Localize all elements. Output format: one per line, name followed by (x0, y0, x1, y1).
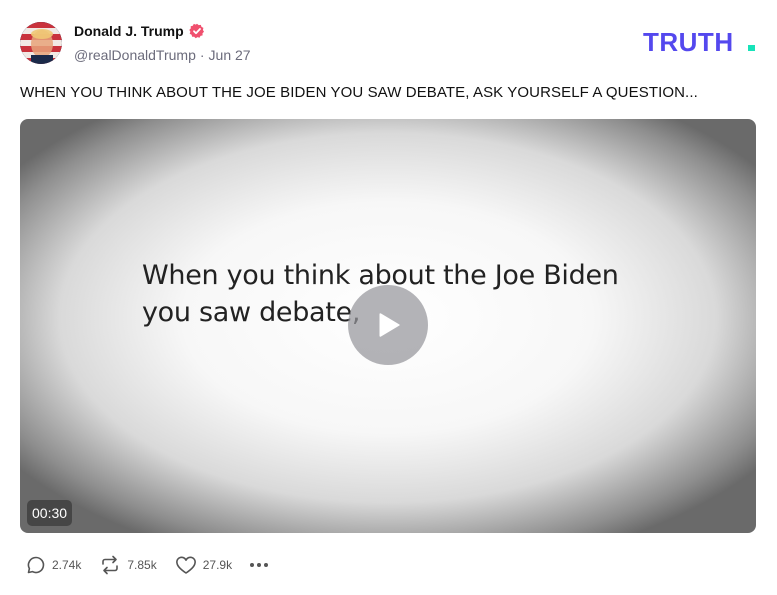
author-handle[interactable]: @realDonaldTrump (74, 46, 196, 64)
repost-button[interactable]: 7.85k (99, 555, 157, 575)
like-button[interactable]: 27.9k (175, 555, 232, 575)
more-icon (250, 563, 269, 567)
video-duration: 00:30 (27, 500, 73, 526)
post-text: WHEN YOU THINK ABOUT THE JOE BIDEN YOU S… (20, 84, 698, 101)
comment-icon (27, 556, 45, 574)
avatar-image (20, 22, 62, 64)
logo-text: TRUTH (643, 28, 734, 56)
more-options-button[interactable] (248, 555, 270, 575)
avatar[interactable] (20, 22, 62, 64)
play-button[interactable] (348, 285, 428, 365)
post-meta: @realDonaldTrump · Jun 27 (74, 46, 251, 64)
verified-badge-icon (188, 23, 205, 39)
meta-separator: · (199, 47, 205, 63)
logo-dot (748, 45, 755, 51)
truth-social-logo[interactable]: TRUTH (643, 27, 758, 57)
post-date[interactable]: Jun 27 (209, 46, 251, 64)
repost-icon (102, 555, 119, 575)
like-count: 27.9k (202, 558, 233, 572)
reply-button[interactable]: 2.74k (26, 555, 81, 575)
post-actions: 2.74k 7.85k 27.9k (26, 555, 270, 575)
reply-count: 2.74k (52, 558, 82, 572)
repost-count: 7.85k (127, 558, 157, 572)
author-name-text[interactable]: Donald J. Trump (74, 22, 184, 40)
heart-icon (175, 556, 196, 574)
author-name[interactable]: Donald J. Trump (74, 22, 205, 40)
video-player[interactable]: When you think about the Joe Biden you s… (20, 119, 756, 533)
play-icon (379, 313, 400, 337)
